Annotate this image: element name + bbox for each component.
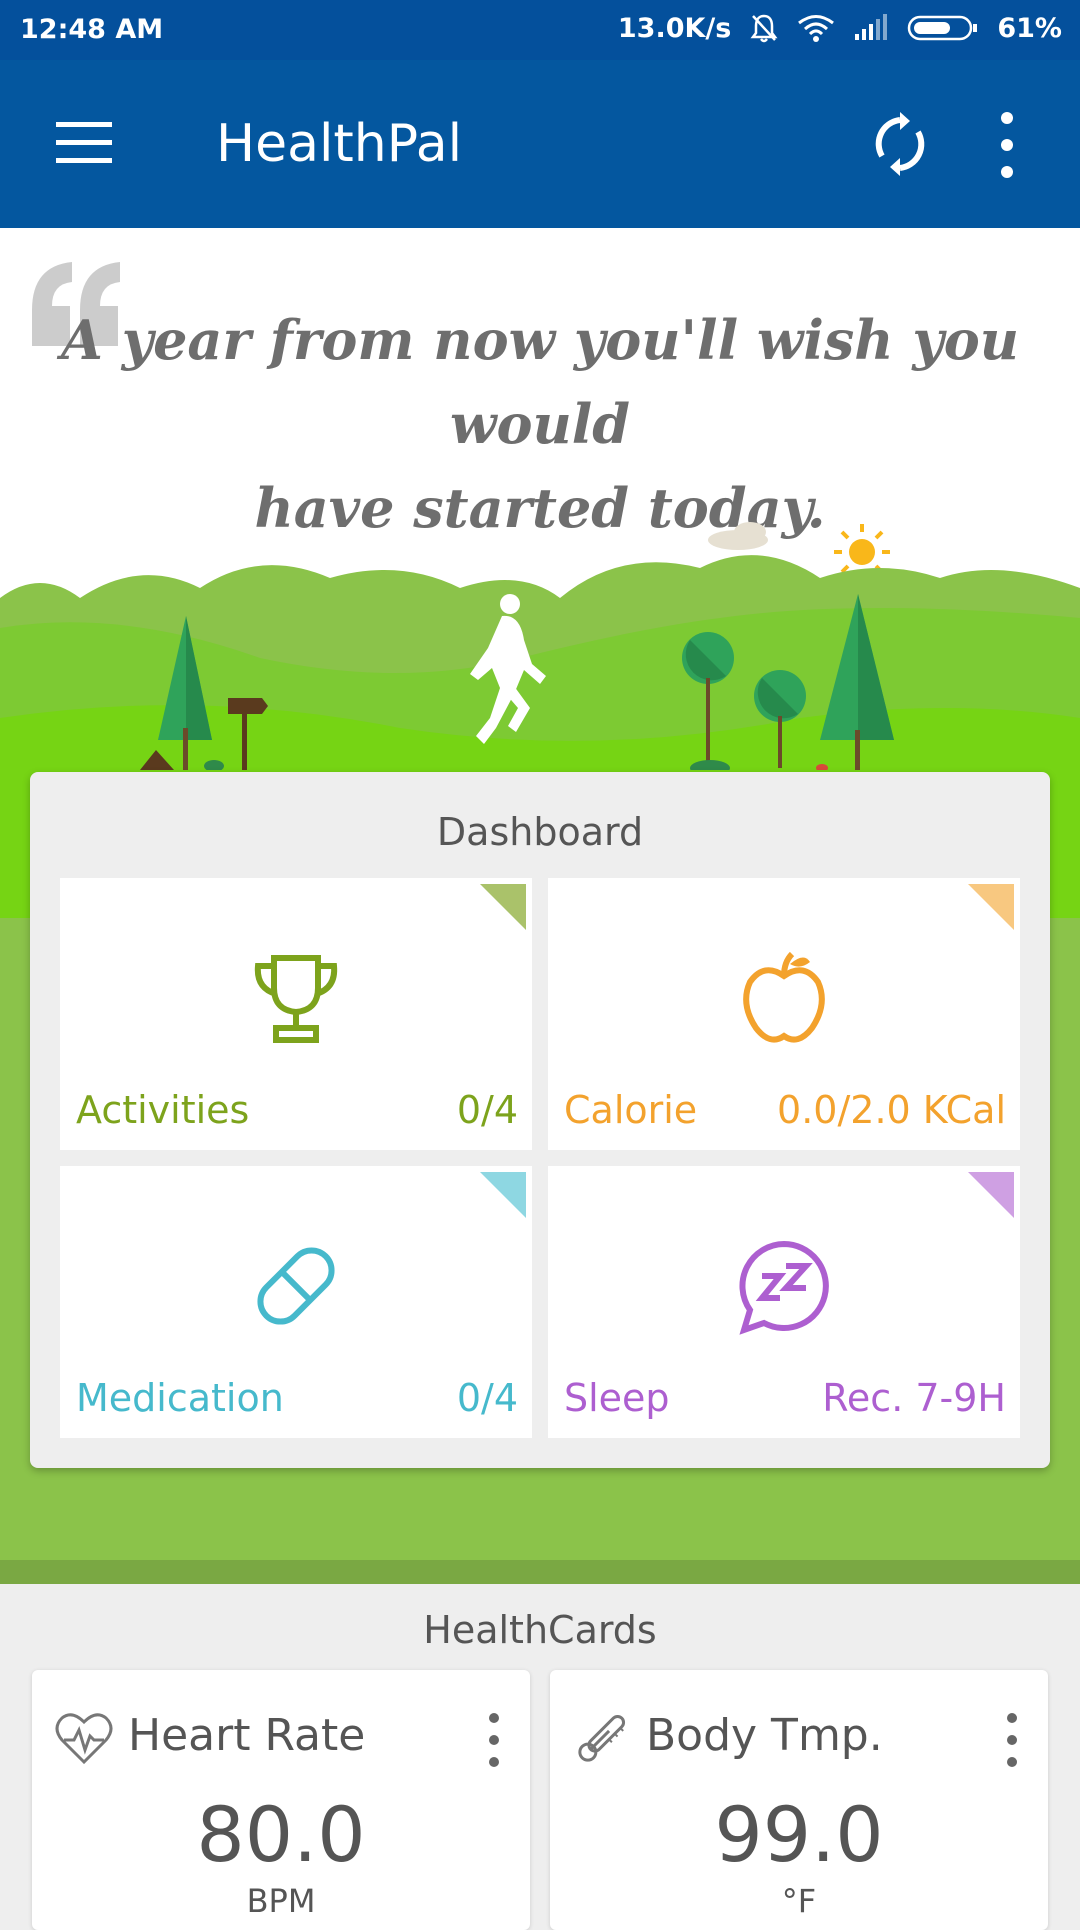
healthcard-body-temp[interactable]: Body Tmp. 99.0 °F: [550, 1670, 1048, 1930]
tile-label: Activities: [76, 1088, 250, 1132]
tile-medication[interactable]: Medication 0/4: [60, 1166, 532, 1438]
tile-label: Medication: [76, 1376, 284, 1420]
tile-value: 0.0/2.0 KCal: [777, 1088, 1006, 1132]
network-speed: 13.0K/s: [617, 12, 732, 44]
healthcard-value: 99.0: [714, 1790, 884, 1879]
battery-icon: [908, 15, 978, 41]
healthcard-name: Heart Rate: [128, 1710, 366, 1761]
battery-level: 61%: [997, 12, 1062, 44]
healthcard-heart-rate[interactable]: Heart Rate 80.0 BPM: [32, 1670, 530, 1930]
tile-activities[interactable]: Activities 0/4: [60, 878, 532, 1150]
tile-corner: [968, 884, 1014, 930]
tile-label: Calorie: [564, 1088, 698, 1132]
tile-value: Rec. 7-9H: [822, 1376, 1006, 1420]
healthcards-title: HealthCards: [423, 1608, 657, 1652]
tile-corner: [968, 1172, 1014, 1218]
tile-corner: [480, 1172, 526, 1218]
more-vert-icon[interactable]: [484, 1712, 504, 1768]
heart-rate-icon: [55, 1713, 113, 1765]
healthcards-section: HealthCards Heart Rate 80.0 BPM Body Tmp: [0, 1584, 1080, 1930]
quote-line-1: A year from now you'll wish you would: [61, 308, 1019, 456]
tile-label: Sleep: [564, 1376, 670, 1420]
tile-value: 0/4: [456, 1376, 518, 1420]
green-strip: [0, 1560, 1080, 1584]
tile-calorie[interactable]: Calorie 0.0/2.0 KCal: [548, 878, 1020, 1150]
tile-value: 0/4: [456, 1088, 518, 1132]
dashboard-title: Dashboard: [436, 810, 644, 854]
signal-icon: [855, 14, 888, 40]
status-right: 13.0K/s 61%: [618, 12, 1062, 44]
healthcard-unit: °F: [781, 1882, 817, 1920]
status-bar: 12:48 AM 13.0K/s 61%: [0, 0, 1080, 60]
trophy-icon: [254, 955, 338, 1043]
more-vert-icon[interactable]: [1002, 1712, 1022, 1768]
landscape-illustration: [0, 522, 1080, 770]
thermometer-icon: [578, 1714, 626, 1762]
healthcard-unit: BPM: [246, 1882, 316, 1920]
status-time: 12:48 AM: [20, 14, 164, 45]
menu-icon[interactable]: [56, 122, 112, 164]
hero-banner: A year from now you'll wish you would ha…: [0, 228, 1080, 770]
tile-corner: [480, 884, 526, 930]
more-vert-icon[interactable]: [990, 110, 1024, 180]
pill-icon: [257, 1247, 335, 1325]
wifi-icon: [798, 15, 835, 42]
tile-sleep[interactable]: Sleep Rec. 7-9H: [548, 1166, 1020, 1438]
healthcard-name: Body Tmp.: [646, 1710, 883, 1761]
sync-icon[interactable]: [872, 112, 928, 176]
healthcard-value: 80.0: [196, 1790, 366, 1879]
sleep-icon: [739, 1240, 829, 1335]
app-title: HealthPal: [216, 114, 463, 174]
apple-icon: [743, 951, 825, 1043]
mute-bell-icon: [750, 14, 778, 43]
motivational-quote: A year from now you'll wish you would ha…: [60, 298, 1020, 550]
app-bar: HealthPal: [0, 60, 1080, 228]
dashboard-card: Dashboard Activities 0/4 Calorie 0.0/2.0…: [30, 772, 1050, 1468]
